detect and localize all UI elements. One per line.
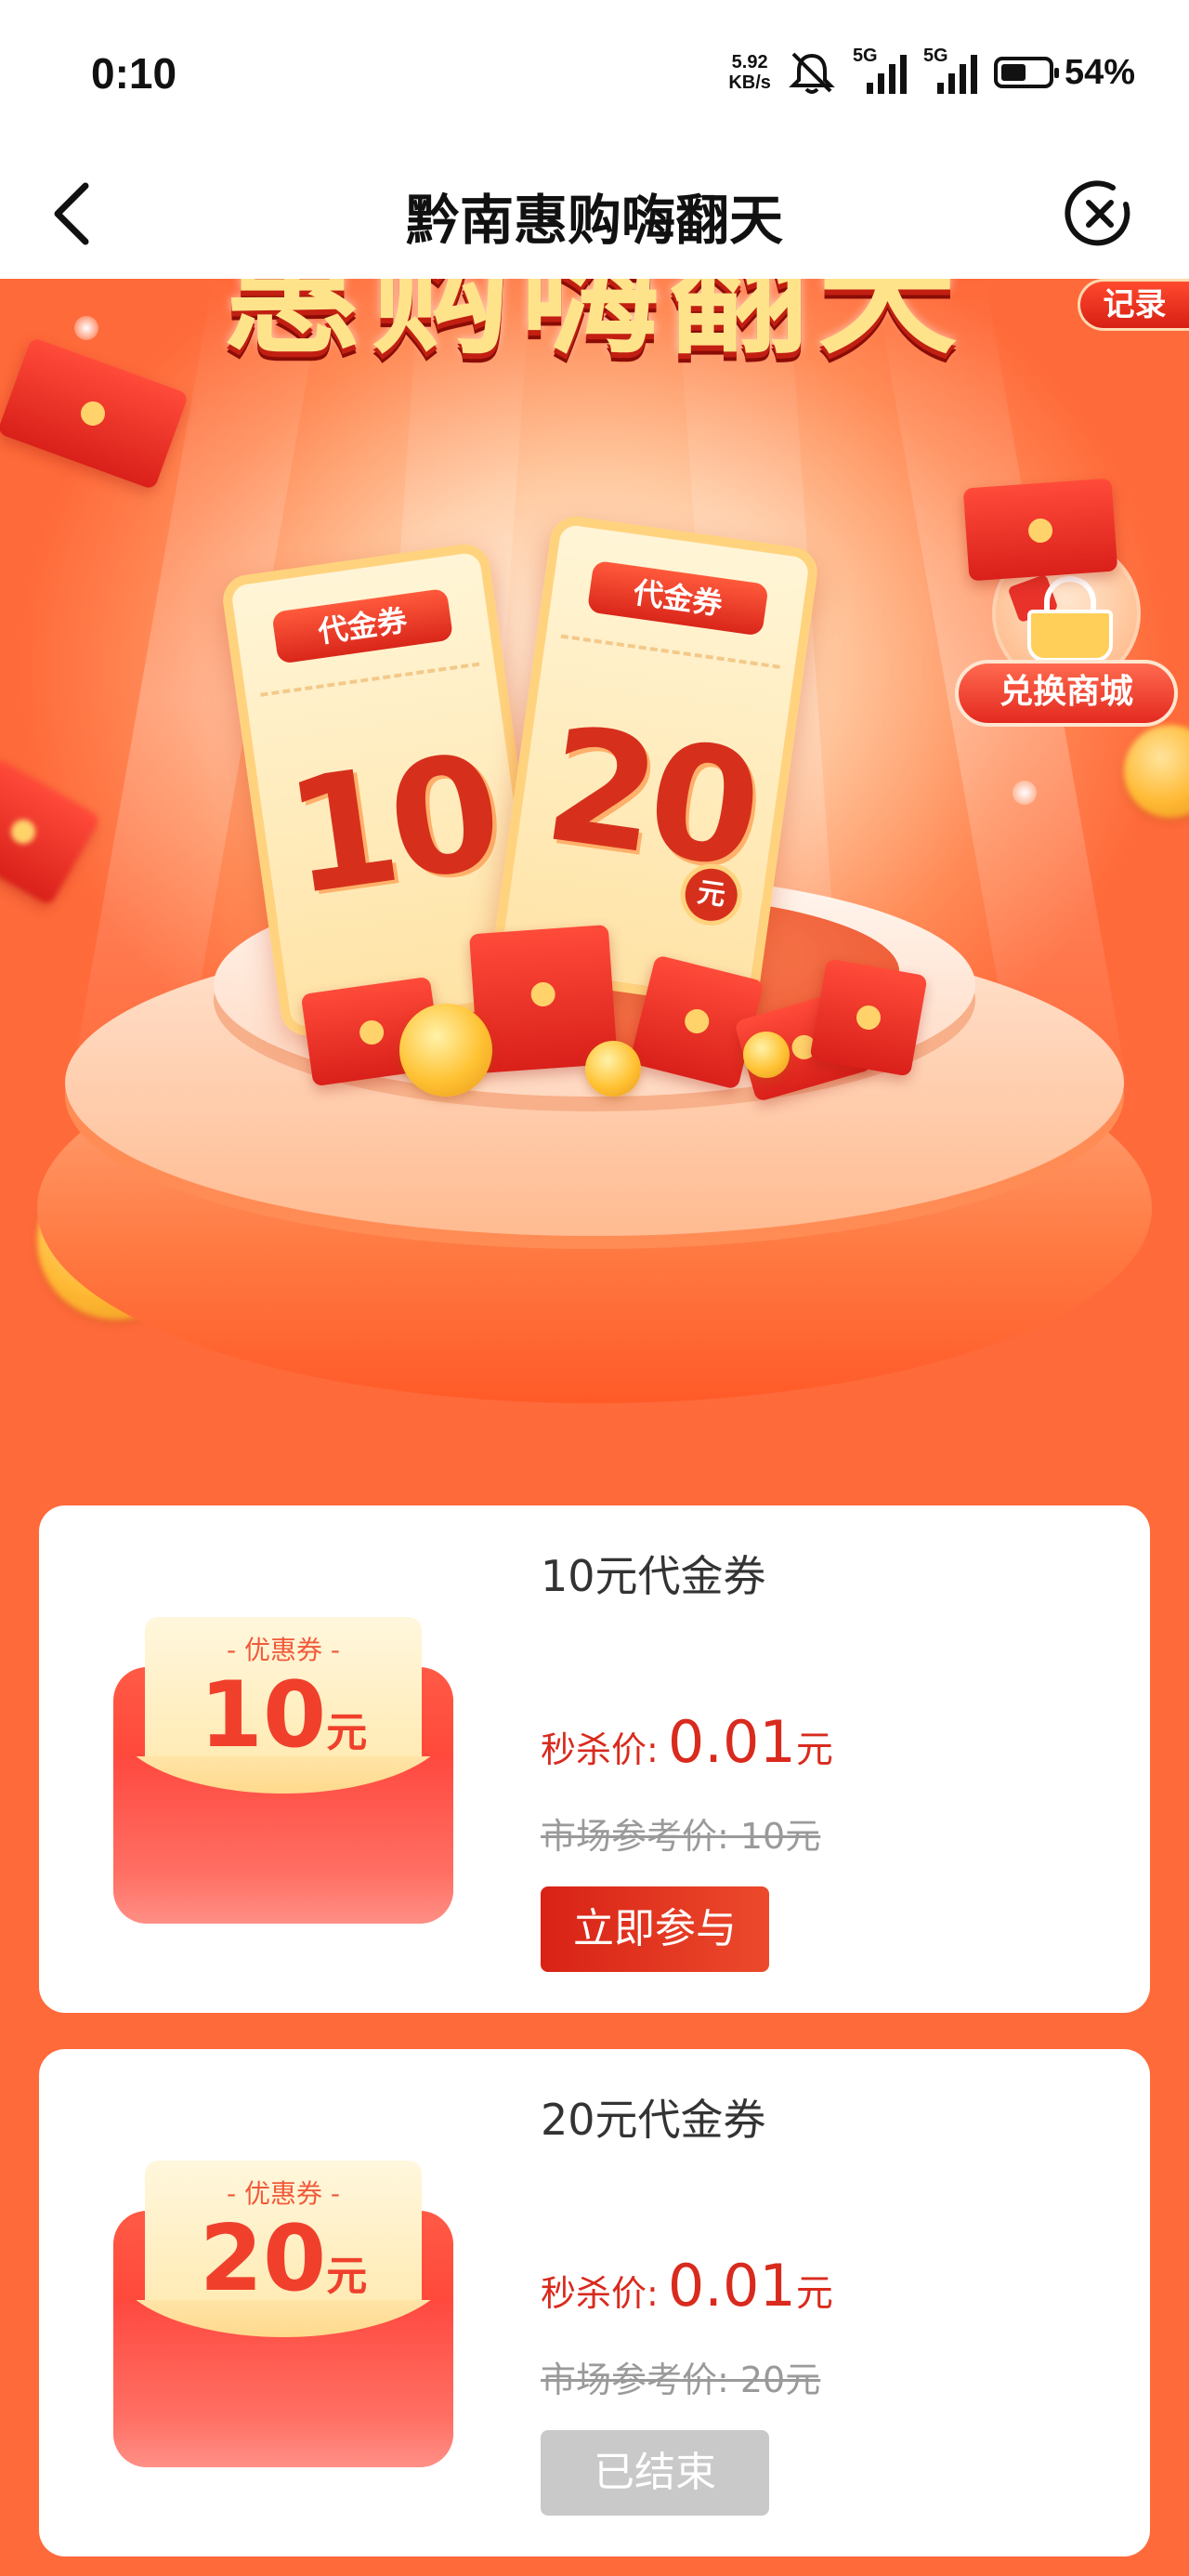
product-title: 10元代金券 (541, 1551, 766, 1601)
red-envelope-decoration (809, 958, 928, 1077)
product-card: - 优惠券 - 20元 20元代金券 秒杀价: 0.01元 市场参考价: 20元 … (39, 2049, 1150, 2556)
status-icons: 5.92 KB/s 5G 5G 54% (728, 45, 1135, 100)
voucher-tag: 代金券 (271, 587, 454, 664)
gold-coin-decoration (399, 1004, 492, 1097)
product-title: 20元代金券 (541, 2095, 766, 2145)
battery-fill (1000, 64, 1026, 81)
battery-icon (993, 57, 1059, 88)
flash-price-label: 秒杀价: (541, 1729, 659, 1770)
status-bar: 0:10 5.92 KB/s 5G 5G 54% (0, 0, 1189, 147)
red-envelope-decoration (0, 756, 101, 907)
gold-coin-decoration (585, 1041, 641, 1097)
coupon-label: - 优惠券 - (226, 1635, 340, 1665)
mute-icon (789, 52, 835, 94)
network-speed: 5.92 KB/s (728, 52, 771, 93)
network-speed-unit: KB/s (728, 72, 771, 93)
voucher-amount: 10 (276, 720, 505, 932)
voucher-tag: 代金券 (586, 559, 769, 637)
voucher-amount: 20 (535, 692, 764, 904)
red-envelope-decoration (962, 478, 1118, 582)
flash-price: 秒杀价: 0.01元 (541, 1708, 833, 1776)
coupon-image: - 优惠券 - 20元 (113, 2161, 453, 2467)
network-speed-value: 5.92 (731, 52, 768, 72)
market-price: 市场参考价: 10元 (541, 1816, 821, 1857)
hero-headline: 惠购嗨翻天 (222, 279, 966, 374)
flash-price-unit: 元 (795, 1728, 833, 1771)
sparkle-decoration (1013, 781, 1037, 805)
flash-price-value: 0.01 (667, 2252, 796, 2320)
exchange-shop-label: 兑换商城 (955, 660, 1178, 727)
signal-icon-2: 5G (923, 46, 977, 96)
signal-icon: 5G (853, 46, 907, 96)
close-circle-icon[interactable] (1065, 178, 1135, 249)
coupon-image: - 优惠券 - 10元 (113, 1617, 453, 1924)
flash-price-unit: 元 (795, 2272, 833, 2315)
coupon-label: - 优惠券 - (226, 2178, 340, 2209)
gold-coin-decoration (743, 1032, 790, 1078)
status-time: 0:10 (91, 49, 177, 98)
ended-button[interactable]: 已结束 (541, 2430, 769, 2516)
nav-bar: 黔南惠购嗨翻天 (0, 147, 1189, 279)
flash-price-label: 秒杀价: (541, 2273, 659, 2314)
hero-banner: 惠购嗨翻天 记录 兑换商城 代金券 10 代金券 20 元 (0, 279, 1189, 1478)
flash-price: 秒杀价: 0.01元 (541, 2252, 833, 2320)
sparkle-decoration (74, 316, 98, 340)
flash-price-value: 0.01 (667, 1708, 796, 1776)
battery-indicator: 54% (993, 52, 1135, 93)
market-price: 市场参考价: 20元 (541, 2359, 821, 2400)
battery-percent: 54% (1064, 52, 1135, 92)
record-button[interactable]: 记录 (1078, 279, 1189, 331)
page-title: 黔南惠购嗨翻天 (405, 189, 783, 252)
join-button[interactable]: 立即参与 (541, 1886, 769, 1972)
product-card: - 优惠券 - 10元 10元代金券 秒杀价: 0.01元 市场参考价: 10元 … (39, 1505, 1150, 2013)
